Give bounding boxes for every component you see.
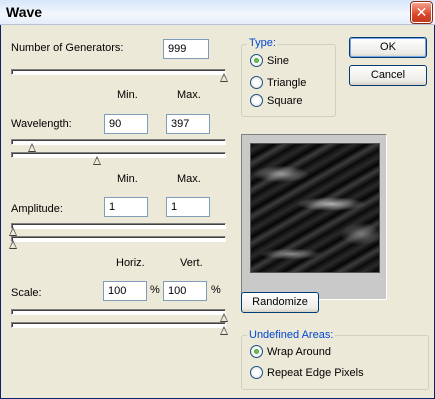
radio-unchecked-icon xyxy=(250,94,263,107)
wavelength-min-slider-thumb[interactable] xyxy=(27,143,37,152)
generators-input[interactable] xyxy=(163,39,209,59)
undefined-areas-groupbox xyxy=(241,335,429,390)
type-option-label: Square xyxy=(267,94,303,107)
generators-slider-thumb[interactable] xyxy=(220,73,229,82)
title-bar: Wave ✕ xyxy=(0,0,435,25)
close-button[interactable]: ✕ xyxy=(410,1,433,24)
wavelength-max-header: Max. xyxy=(177,89,201,101)
type-option-label: Triangle xyxy=(267,76,307,89)
amplitude-min-slider-track[interactable] xyxy=(9,223,226,236)
radio-checked-icon xyxy=(250,54,263,67)
amplitude-min-header: Min. xyxy=(117,173,138,185)
scale-vert-input[interactable] xyxy=(163,281,207,301)
scale-horiz-unit: % xyxy=(150,284,160,296)
type-option-sine[interactable]: Sine xyxy=(250,54,289,67)
radio-unchecked-icon xyxy=(250,366,263,379)
amplitude-min-slider-thumb[interactable] xyxy=(9,227,18,236)
undefined-option-label: Repeat Edge Pixels xyxy=(267,366,364,379)
generators-slider-track[interactable] xyxy=(11,69,228,82)
type-option-label: Sine xyxy=(267,54,290,67)
wavelength-min-input[interactable] xyxy=(104,114,148,134)
wavelength-max-slider-thumb[interactable] xyxy=(93,156,102,165)
type-option-square[interactable]: Square xyxy=(250,94,302,107)
amplitude-max-input[interactable] xyxy=(166,197,210,217)
wavelength-min-slider-track[interactable] xyxy=(11,139,226,152)
undefined-option-label: Wrap Around xyxy=(267,345,332,358)
amplitude-label: Amplitude: xyxy=(11,203,63,215)
cancel-button[interactable]: Cancel xyxy=(349,65,427,86)
type-option-triangle[interactable]: Triangle xyxy=(250,76,306,89)
scale-vert-unit: % xyxy=(211,284,221,296)
scale-horiz-slider-thumb[interactable] xyxy=(220,313,229,322)
wavelength-label: Wavelength: xyxy=(11,118,72,130)
radio-unchecked-icon xyxy=(250,76,263,89)
undefined-option-wrap-around[interactable]: Wrap Around xyxy=(250,345,331,358)
amplitude-min-input[interactable] xyxy=(104,197,148,217)
randomize-button[interactable]: Randomize xyxy=(241,292,319,313)
scale-vert-header: Vert. xyxy=(180,257,203,269)
scale-vert-slider-thumb[interactable] xyxy=(220,326,229,335)
preview-image xyxy=(250,143,380,273)
wavelength-min-header: Min. xyxy=(117,89,138,101)
preview-frame xyxy=(241,134,387,300)
wave-dialog: Number of Generators: Min. Max. Waveleng… xyxy=(0,25,435,399)
window-title: Wave xyxy=(6,4,43,20)
radio-checked-icon xyxy=(250,345,263,358)
generators-label: Number of Generators: xyxy=(11,42,124,54)
wavelength-max-input[interactable] xyxy=(166,114,210,134)
wavelength-max-slider-track[interactable] xyxy=(11,152,226,165)
scale-vert-slider-track[interactable] xyxy=(11,322,228,335)
scale-horiz-header: Horiz. xyxy=(116,257,145,269)
scale-label: Scale: xyxy=(11,287,42,299)
scale-horiz-input[interactable] xyxy=(103,281,147,301)
amplitude-max-slider-thumb[interactable] xyxy=(9,240,18,249)
close-icon: ✕ xyxy=(415,4,428,20)
amplitude-max-header: Max. xyxy=(177,173,201,185)
type-group-title: Type: xyxy=(247,37,278,49)
undefined-option-repeat-edge[interactable]: Repeat Edge Pixels xyxy=(250,366,364,379)
scale-horiz-slider-track[interactable] xyxy=(11,309,228,322)
ok-button[interactable]: OK xyxy=(349,37,427,58)
undefined-areas-title: Undefined Areas: xyxy=(247,329,336,341)
amplitude-max-slider-track[interactable] xyxy=(9,236,226,249)
